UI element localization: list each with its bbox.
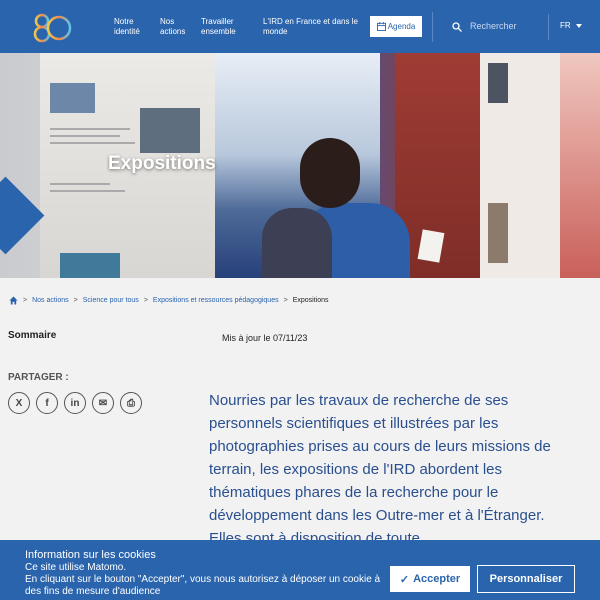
- hero-photo-child-head: [300, 138, 360, 208]
- breadcrumb-current: Expositions: [292, 297, 329, 304]
- nav-notre-identite[interactable]: Notre identité: [114, 17, 154, 37]
- nav-ird-france-monde[interactable]: L'IRD en France et dans le monde: [263, 17, 363, 37]
- intro-text: Nourries par les travaux de recherche de…: [209, 392, 551, 547]
- share-label: PARTAGER :: [8, 372, 69, 383]
- share-email-button[interactable]: ✉: [92, 392, 114, 414]
- header-divider: [432, 12, 433, 42]
- ird-80-logo-icon[interactable]: [28, 11, 72, 45]
- cookie-text-consent: En cliquant sur le bouton "Accepter", vo…: [25, 574, 381, 597]
- language-selector[interactable]: FR: [560, 21, 582, 30]
- check-icon: ✓: [399, 573, 410, 586]
- breadcrumb-separator: >: [143, 297, 148, 304]
- share-facebook-button[interactable]: f: [36, 392, 58, 414]
- hero-banner: Expositions: [0, 53, 600, 278]
- calendar-icon: [376, 22, 386, 31]
- updated-date: Mis à jour le 07/11/23: [222, 333, 308, 343]
- accept-label: Accepter: [413, 573, 461, 585]
- search-icon[interactable]: [452, 22, 462, 32]
- home-icon[interactable]: [9, 296, 18, 305]
- hero-photo-panel-right: [480, 53, 560, 278]
- nav-travailler-ensemble[interactable]: Travailler ensemble: [201, 17, 251, 37]
- breadcrumb: > Nos actions > Science pour tous > Expo…: [9, 296, 329, 305]
- language-label: FR: [560, 21, 571, 30]
- agenda-label: Agenda: [387, 22, 416, 31]
- site-header: Notre identité Nos actions Travailler en…: [0, 0, 600, 53]
- nav-nos-actions[interactable]: Nos actions: [160, 17, 194, 37]
- cookie-title: Information sur les cookies: [25, 549, 156, 561]
- cookie-banner: Information sur les cookies Ce site util…: [0, 540, 600, 600]
- breadcrumb-expositions-ressources[interactable]: Expositions et ressources pédagogiques: [153, 297, 279, 304]
- cookie-text-matomo: Ce site utilise Matomo.: [25, 562, 127, 573]
- share-print-button[interactable]: ⎙: [120, 392, 142, 414]
- hero-photo-window: [560, 53, 600, 278]
- chevron-down-icon: [575, 23, 582, 28]
- breadcrumb-science-pour-tous[interactable]: Science pour tous: [83, 297, 139, 304]
- share-linkedin-button[interactable]: in: [64, 392, 86, 414]
- breadcrumb-separator: >: [23, 297, 28, 304]
- share-x-button[interactable]: X: [8, 392, 30, 414]
- breadcrumb-separator: >: [73, 297, 78, 304]
- page-title: Expositions: [108, 153, 216, 174]
- share-buttons: X f in ✉ ⎙: [8, 392, 142, 414]
- search-input[interactable]: Rechercher: [470, 21, 517, 31]
- hero-photo-child-back: [262, 208, 332, 278]
- hero-diamond-shape: [0, 176, 45, 255]
- header-divider-2: [548, 14, 549, 40]
- customize-cookies-button[interactable]: Personnaliser: [477, 565, 575, 593]
- breadcrumb-nos-actions[interactable]: Nos actions: [32, 297, 69, 304]
- sommaire-heading[interactable]: Sommaire: [8, 330, 56, 341]
- agenda-button[interactable]: Agenda: [370, 16, 422, 37]
- breadcrumb-separator: >: [283, 297, 288, 304]
- accept-cookies-button[interactable]: ✓ Accepter: [390, 566, 470, 592]
